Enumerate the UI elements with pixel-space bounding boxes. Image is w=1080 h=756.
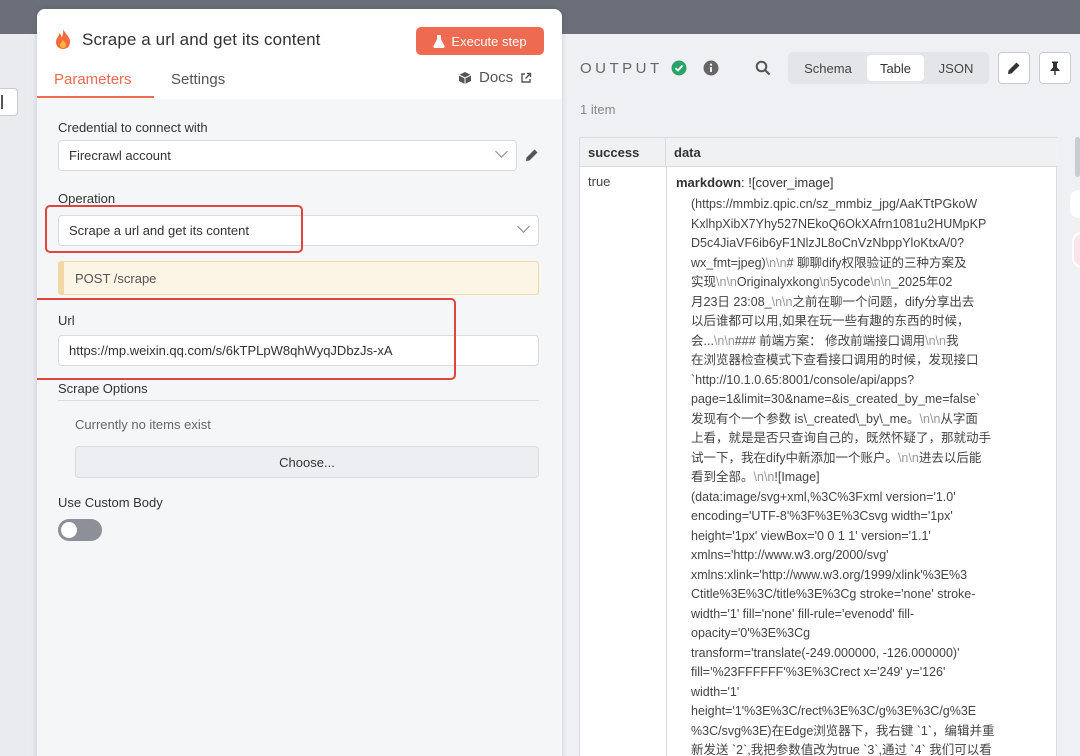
output-label: OUTPUT bbox=[580, 60, 663, 77]
search-icon[interactable] bbox=[755, 60, 771, 76]
custom-body-toggle[interactable] bbox=[58, 519, 102, 541]
highlight-operation bbox=[45, 205, 303, 253]
item-count: 1 item bbox=[580, 102, 616, 117]
panel-header: Scrape a url and get its content Execute… bbox=[37, 9, 562, 99]
view-table-button[interactable]: Table bbox=[867, 55, 924, 81]
markdown-line-5: 实现\n\nOriginalyxkong\n5ycode\n\n_2025年02 bbox=[691, 275, 953, 289]
output-scrollbar[interactable] bbox=[1075, 137, 1080, 177]
markdown-line-1: (https://mmbiz.qpic.cn/sz_mmbiz_jpg/AaKT… bbox=[691, 197, 978, 211]
info-icon[interactable] bbox=[703, 60, 719, 76]
markdown-line-15: 看到全部。\n\n![Image] bbox=[691, 470, 820, 484]
back-to-canvas-button[interactable] bbox=[0, 88, 18, 116]
credential-value: Firecrawl account bbox=[69, 148, 171, 163]
markdown-line-8: 会...\n\n### 前端方案： 修改前端接口调用\n\n我 bbox=[691, 333, 959, 348]
pin-icon bbox=[1050, 61, 1060, 75]
markdown-line-27: height='1'%3E%3C/rect%3E%3C/g%3E%3C/g%3E bbox=[691, 704, 977, 718]
external-link-icon bbox=[521, 72, 532, 83]
edge-handle[interactable] bbox=[1072, 232, 1080, 268]
output-table: success data true markdown: ![cover_imag… bbox=[579, 137, 1058, 756]
edit-output-button[interactable] bbox=[998, 52, 1030, 84]
docs-link[interactable]: Docs bbox=[458, 69, 532, 86]
markdown-line-19: xmlns='http://www.w3.org/2000/svg' bbox=[691, 548, 889, 562]
execute-step-label: Execute step bbox=[451, 33, 527, 49]
view-mode-switch: Schema Table JSON bbox=[788, 52, 989, 84]
markdown-line-13: 上看，就是是否只查询自己的，既然怀疑了，那就动手 bbox=[691, 431, 992, 445]
markdown-line-20: xmlns:xlink='http://www.w3.org/1999/xlin… bbox=[691, 567, 968, 582]
markdown-line-23: opacity='0'%3E%3Cg bbox=[691, 626, 811, 640]
highlight-url bbox=[37, 298, 456, 380]
markdown-key: markdown bbox=[676, 175, 742, 190]
chevron-down-icon bbox=[495, 145, 508, 158]
node-parameters-panel: Scrape a url and get its content Execute… bbox=[37, 9, 562, 756]
markdown-line-0: : ![cover_image] bbox=[741, 175, 834, 190]
markdown-line-12: 发现有个一个参数 is\_created\_by\_me。\n\n从字面 bbox=[691, 411, 978, 426]
markdown-line-11: page=1&limit=30&name=&is_created_by_me=f… bbox=[691, 392, 981, 406]
markdown-line-4: wx_fmt=jpeg)\n\n# 聊聊dify权限验证的三种方案及 bbox=[691, 255, 967, 270]
credential-select[interactable]: Firecrawl account bbox=[58, 140, 517, 171]
markdown-line-26: width='1' bbox=[691, 684, 740, 699]
markdown-line-2: KxlhpXibX7Yhy527NEkoQ6OkXAfrn1081u2HUMpK… bbox=[691, 216, 987, 231]
markdown-line-10: `http://10.1.0.65:8001/console/api/apps? bbox=[691, 372, 915, 387]
check-circle-icon bbox=[671, 60, 687, 76]
column-header-data: data bbox=[666, 138, 1058, 167]
markdown-line-17: encoding='UTF-8'%3F%3E%3Csvg width='1px' bbox=[691, 509, 953, 523]
tab-parameters[interactable]: Parameters bbox=[54, 71, 132, 88]
active-tab-underline bbox=[37, 96, 154, 98]
column-header-success: success bbox=[580, 138, 666, 167]
markdown-line-25: fill='%23FFFFFF'%3E%3Crect x='249' y='12… bbox=[691, 665, 946, 679]
markdown-line-18: height='1px' viewBox='0 0 1 1' version='… bbox=[691, 528, 931, 543]
scrape-options-label: Scrape Options bbox=[58, 381, 148, 396]
execute-step-button[interactable]: Execute step bbox=[416, 27, 544, 55]
markdown-line-29: 新发送 `2`,我把参数值改为true `3`,通过 `4` 我们可以看 bbox=[691, 743, 992, 756]
choose-option-button[interactable]: Choose... bbox=[75, 446, 539, 478]
markdown-line-6: 月23日 23:08_\n\n之前在聊一个问题，dify分享出去 bbox=[691, 294, 975, 309]
markdown-line-7: 以后谁都可以用,如果在玩一些有趣的东西的时候， bbox=[691, 314, 970, 328]
no-items-text: Currently no items exist bbox=[75, 417, 211, 432]
operation-label: Operation bbox=[58, 191, 116, 206]
chevron-down-icon bbox=[517, 220, 530, 233]
view-schema-button[interactable]: Schema bbox=[792, 55, 864, 81]
credential-label: Credential to connect with bbox=[58, 120, 208, 135]
pin-output-button[interactable] bbox=[1039, 52, 1071, 84]
tab-settings[interactable]: Settings bbox=[171, 71, 225, 88]
data-key: markdown: ![cover_image] bbox=[676, 175, 834, 190]
cell-success: true bbox=[588, 174, 611, 189]
markdown-line-3: D5c4JiaVF6ib6yF1NlzJL8oCnVzNbppYloKtxA/0… bbox=[691, 236, 965, 250]
view-json-button[interactable]: JSON bbox=[927, 55, 985, 81]
scrape-options-divider bbox=[58, 400, 539, 401]
markdown-line-16: (data:image/svg+xml,%3C%3Fxml version='1… bbox=[691, 489, 956, 504]
markdown-line-21: Ctitle%3E%3C/title%3E%3Cg stroke='none' … bbox=[691, 587, 976, 601]
node-title: Scrape a url and get its content bbox=[82, 30, 321, 49]
markdown-line-14: 试一下，我在dify中新添加一个账户。\n\n进去以后能 bbox=[691, 450, 982, 465]
markdown-line-22: width='1' fill='none' fill-rule='evenodd… bbox=[691, 606, 915, 621]
endpoint-notice: POST /scrape bbox=[58, 261, 539, 295]
markdown-line-9: 在浏览器检查模式下查看接口调用的时候，发现接口 bbox=[691, 353, 979, 367]
markdown-line-28: %3C/svg%3E)在Edge浏览器下，我右键 `1`，编辑并重 bbox=[691, 723, 995, 738]
custom-body-label: Use Custom Body bbox=[58, 495, 163, 510]
markdown-content: (https://mmbiz.qpic.cn/sz_mmbiz_jpg/AaKT… bbox=[691, 195, 1027, 756]
pencil-icon[interactable] bbox=[524, 147, 540, 163]
cube-icon bbox=[458, 71, 472, 84]
endpoint-text: POST /scrape bbox=[75, 271, 157, 286]
docs-label: Docs bbox=[479, 69, 514, 86]
flame-icon bbox=[56, 29, 70, 49]
edit-icon bbox=[1008, 62, 1020, 74]
markdown-line-24: transform='translate(-249.000000, -126.0… bbox=[691, 645, 960, 660]
parameters-form: Credential to connect with Firecrawl acc… bbox=[37, 99, 562, 756]
panel-tabs: Parameters Settings Docs bbox=[37, 67, 562, 99]
beaker-icon bbox=[433, 34, 446, 48]
canvas-background bbox=[0, 34, 38, 756]
